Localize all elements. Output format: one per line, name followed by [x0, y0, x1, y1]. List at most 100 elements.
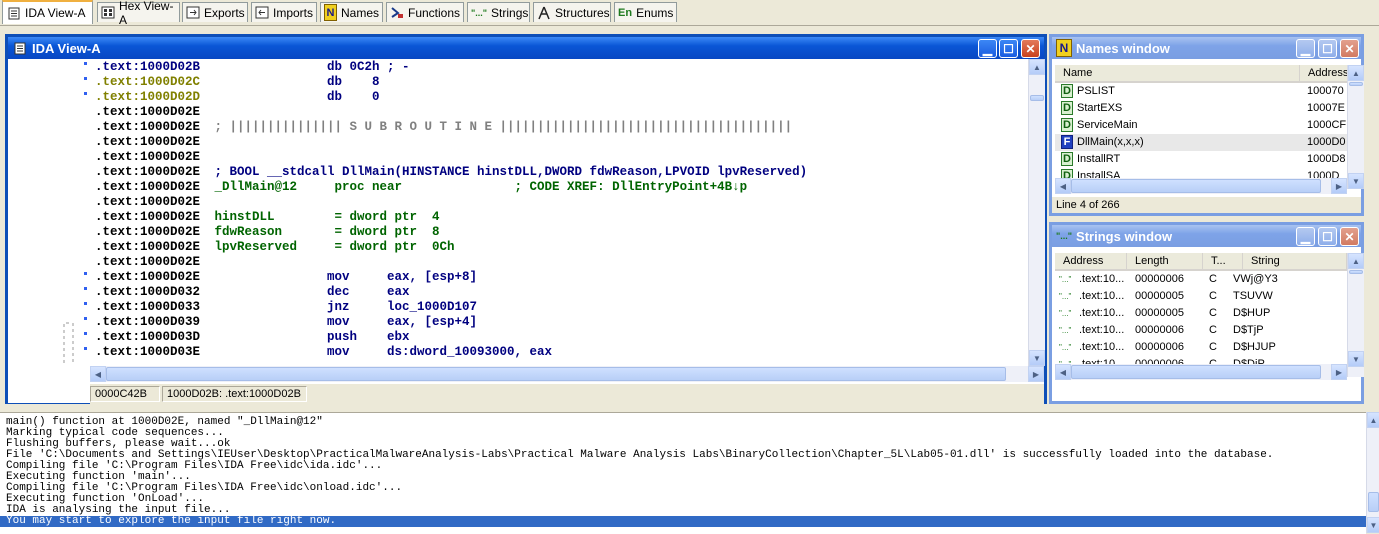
scroll-thumb[interactable] [1349, 270, 1363, 274]
minimize-button[interactable]: ▁ [1296, 227, 1315, 246]
code-instruction: push ebx [207, 330, 410, 344]
horizontal-scrollbar[interactable]: ◀ ▶ [1055, 178, 1347, 194]
strings-row[interactable]: "..." .text:10... 00000006 C D$HJUP [1055, 339, 1347, 356]
window-title: Strings window [1076, 228, 1173, 244]
ida-view-titlebar[interactable]: IDA View-A ▁ ☐ ✕ [8, 37, 1044, 59]
code-address: .text:1000D02E [95, 105, 201, 119]
scroll-right-button[interactable]: ▶ [1331, 178, 1347, 194]
maximize-icon: ☐ [1322, 41, 1333, 56]
code-dot-icon [84, 317, 87, 320]
code-address: .text:1000D02E [95, 120, 201, 134]
tab-enums[interactable]: En Enums [614, 2, 677, 22]
scroll-thumb[interactable] [1349, 82, 1363, 86]
address-cell: .text:10... [1079, 307, 1125, 319]
data-icon: D [1061, 118, 1073, 132]
names-window: N Names window ▁ ☐ ✕ Name Address D PSLIS… [1049, 34, 1364, 216]
scroll-left-button[interactable]: ◀ [1055, 364, 1071, 380]
arrow-down-icon: ▼ [1352, 354, 1360, 364]
strings-icon: "..." [1056, 231, 1073, 241]
names-row[interactable]: F DllMain(x,x,x) 1000D0 [1055, 134, 1347, 151]
scroll-right-button[interactable]: ▶ [1331, 364, 1347, 380]
strings-row[interactable]: "..." .text:10... 00000005 C D$HUP [1055, 305, 1347, 322]
maximize-button[interactable]: ☐ [999, 39, 1018, 58]
length-cell: 00000006 [1135, 341, 1184, 353]
names-row[interactable]: D PSLIST 100070 [1055, 83, 1347, 100]
vertical-scrollbar[interactable]: ▲ ▼ [1347, 65, 1364, 189]
scroll-up-button[interactable]: ▲ [1029, 59, 1045, 75]
pane-splitter[interactable] [0, 404, 1379, 412]
scroll-left-button[interactable]: ◀ [1055, 178, 1071, 194]
disassembly-listing[interactable]: .text:1000D02B db 0C2h ; - .text:1000D02C… [90, 59, 1028, 364]
scroll-left-button[interactable]: ◀ [90, 366, 106, 382]
scroll-thumb[interactable] [1071, 365, 1321, 379]
tab-strings[interactable]: "..." Strings [467, 2, 530, 22]
minimize-button[interactable]: ▁ [1296, 39, 1315, 58]
tab-label: Hex View-A [119, 0, 174, 27]
scroll-down-button[interactable]: ▼ [1348, 173, 1364, 189]
arrow-up-icon: ▲ [1033, 62, 1041, 72]
maximize-button[interactable]: ☐ [1318, 39, 1337, 58]
scroll-thumb[interactable] [1071, 179, 1321, 193]
scroll-down-button[interactable]: ▼ [1029, 350, 1045, 366]
vertical-scrollbar[interactable]: ▲ ▼ [1347, 253, 1364, 377]
status-file-offset: 0000C42B [90, 386, 160, 402]
names-row[interactable]: D StartEXS 10007E [1055, 100, 1347, 117]
strings-row[interactable]: "..." .text:10... 00000005 C TSUVW [1055, 288, 1347, 305]
column-header-length[interactable]: Length [1127, 253, 1203, 269]
output-window[interactable]: main() function at 1000D02E, named "_Dll… [0, 412, 1366, 534]
tab-names[interactable]: N Names [320, 2, 383, 22]
code-address: .text:1000D02E [95, 210, 201, 224]
string-cell: VWj@Y3 [1233, 273, 1278, 285]
type-cell: C [1209, 290, 1217, 302]
scroll-down-button[interactable]: ▼ [1348, 351, 1364, 367]
length-cell: 00000006 [1135, 273, 1184, 285]
scroll-thumb[interactable] [1030, 95, 1044, 101]
names-titlebar[interactable]: N Names window ▁ ☐ ✕ [1052, 37, 1361, 59]
status-location: 1000D02B: .text:1000D02B [162, 386, 307, 402]
scroll-up-button[interactable]: ▲ [1348, 253, 1364, 269]
tab-exports[interactable]: Exports [182, 2, 248, 22]
tab-functions[interactable]: Functions [386, 2, 464, 22]
ida-view-window: IDA View-A ▁ ☐ ✕ .text:1000D02B db 0C2h … [5, 34, 1047, 406]
strings-titlebar[interactable]: "..." Strings window ▁ ☐ ✕ [1052, 225, 1361, 247]
close-button[interactable]: ✕ [1340, 227, 1359, 246]
names-row[interactable]: D InstallRT 1000D8 [1055, 151, 1347, 168]
scroll-right-button[interactable]: ▶ [1028, 366, 1044, 382]
strings-row[interactable]: "..." .text:10... 00000006 C VWj@Y3 [1055, 271, 1347, 288]
scroll-up-button[interactable]: ▲ [1367, 412, 1379, 428]
strings-row[interactable]: "..." .text:10... 00000006 C D$TjP [1055, 322, 1347, 339]
tab-bar: IDA View-A Hex View-A Exports Imports N … [0, 0, 1379, 27]
arrow-up-icon: ▲ [1369, 415, 1378, 425]
column-header-address[interactable]: Address [1055, 253, 1127, 269]
code-instruction: dec eax [207, 285, 410, 299]
column-header-type[interactable]: T... [1203, 253, 1243, 269]
scroll-thumb[interactable] [106, 367, 1006, 381]
scroll-down-button[interactable]: ▼ [1367, 517, 1379, 533]
scroll-up-button[interactable]: ▲ [1348, 65, 1364, 81]
close-button[interactable]: ✕ [1340, 39, 1359, 58]
maximize-button[interactable]: ☐ [1318, 227, 1337, 246]
horizontal-scrollbar[interactable]: ◀ ▶ [90, 366, 1044, 382]
tab-imports[interactable]: Imports [251, 2, 317, 22]
output-vertical-scrollbar[interactable]: ▲ ▼ [1366, 412, 1379, 533]
scroll-thumb[interactable] [1368, 492, 1379, 512]
address-cell: 1000D0 [1307, 136, 1346, 148]
tab-hex-view-a[interactable]: Hex View-A [97, 0, 180, 27]
code-instruction: hinstDLL = dword ptr 4 [207, 210, 440, 224]
tab-ida-view-a[interactable]: IDA View-A [2, 0, 93, 24]
column-header-name[interactable]: Name [1055, 65, 1300, 81]
horizontal-scrollbar[interactable]: ◀ ▶ [1055, 364, 1347, 380]
view-statusbar: 0000C42B 1000D02B: .text:1000D02B [90, 384, 1044, 404]
arrow-down-icon: ▼ [1369, 520, 1378, 530]
tab-structures[interactable]: Structures [533, 2, 611, 22]
arrow-down-icon: ▼ [1033, 353, 1041, 363]
tab-label: Functions [408, 5, 461, 20]
arrow-left-icon: ◀ [94, 369, 102, 379]
minimize-button[interactable]: ▁ [978, 39, 997, 58]
code-address: .text:1000D02E [95, 270, 201, 284]
vertical-scrollbar[interactable]: ▲ ▼ [1028, 59, 1045, 366]
name-cell: PSLIST [1077, 85, 1115, 97]
column-header-string[interactable]: String [1243, 253, 1347, 269]
names-row[interactable]: D ServiceMain 1000CF [1055, 117, 1347, 134]
close-button[interactable]: ✕ [1021, 39, 1040, 58]
